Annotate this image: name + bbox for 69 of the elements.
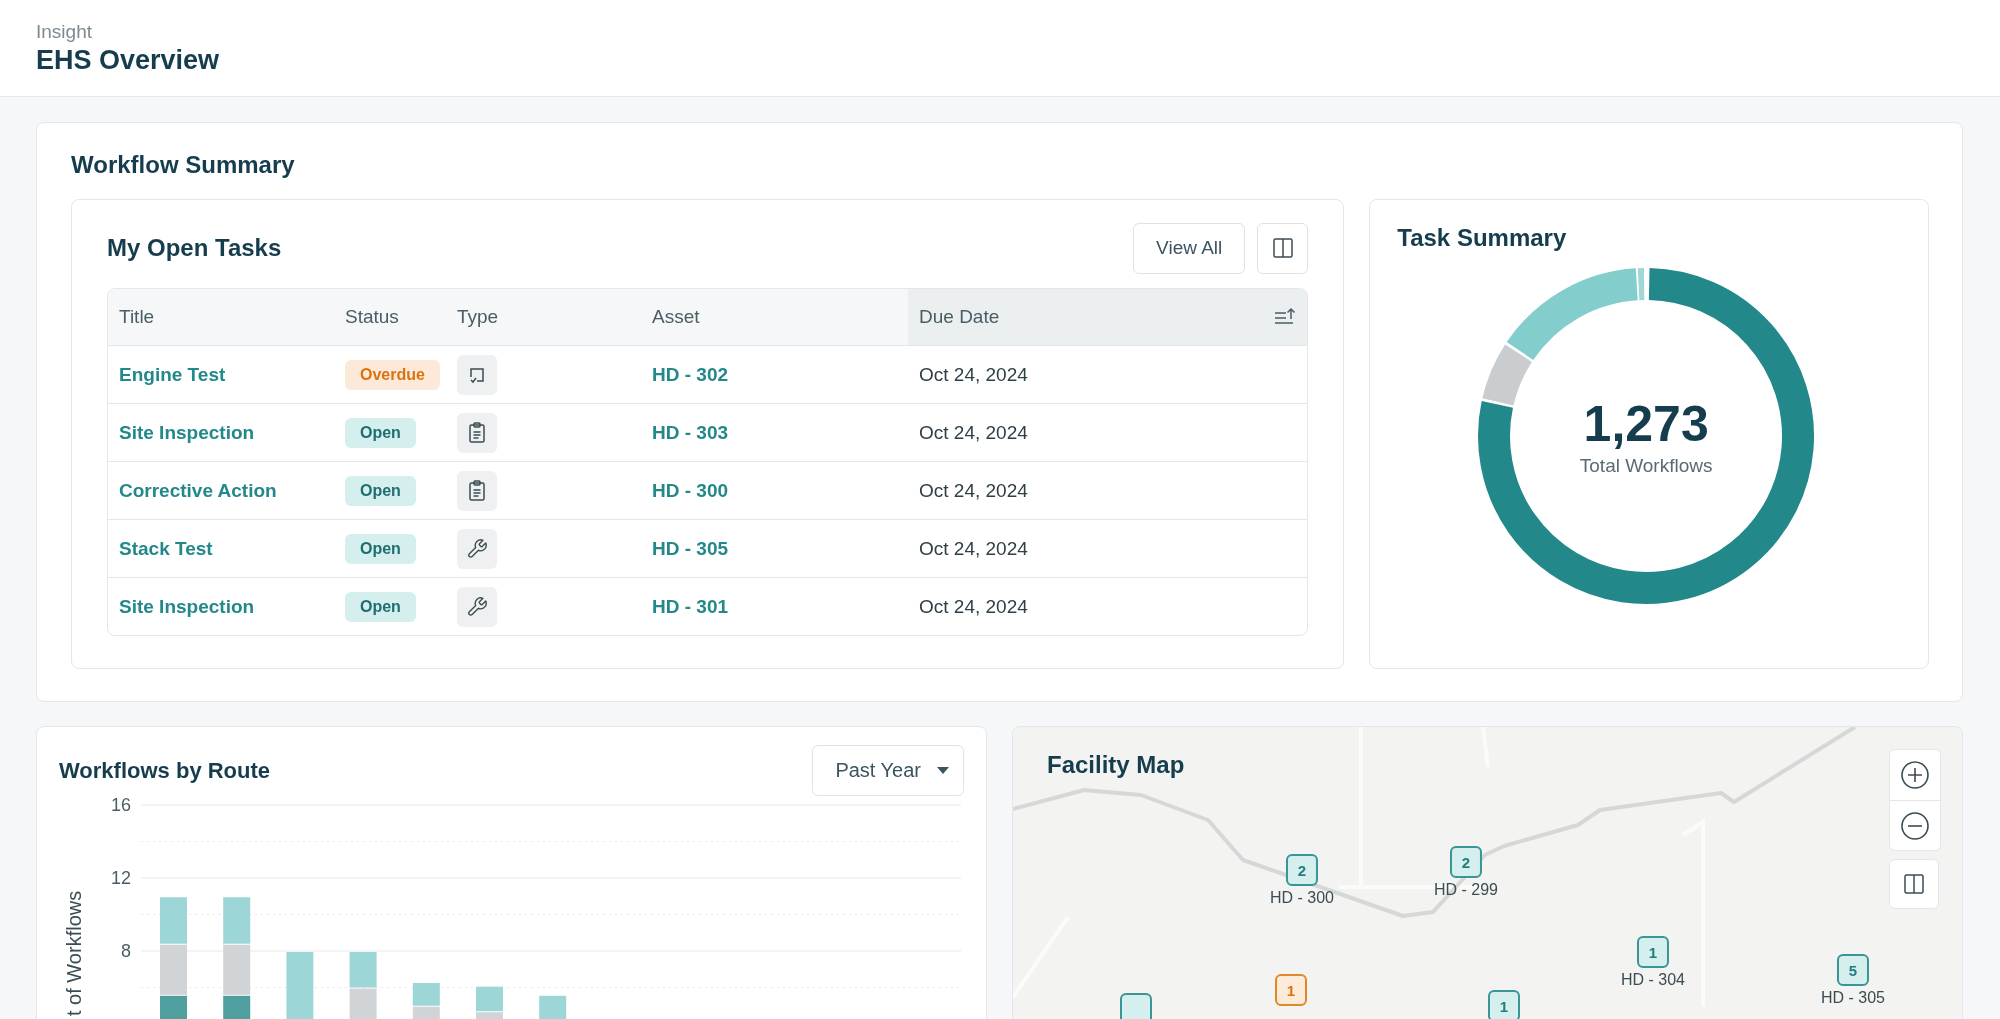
y-tick-label: 12 xyxy=(110,868,131,888)
bar-segment xyxy=(349,988,377,1019)
y-tick-label: 16 xyxy=(110,796,131,815)
marker-label: HD - 304 xyxy=(1621,971,1685,989)
bar-segment xyxy=(160,897,187,944)
task-title-link[interactable]: Site Inspection xyxy=(119,421,255,443)
map-marker[interactable]: 1 xyxy=(1637,936,1669,968)
due-date: Oct 24, 2024 xyxy=(919,421,1028,443)
asset-link[interactable]: HD - 303 xyxy=(652,421,729,443)
marker-label: HD - 305 xyxy=(1821,989,1885,1007)
plus-icon xyxy=(1900,760,1930,790)
status-badge: Open xyxy=(345,591,416,622)
asset-link[interactable]: HD - 305 xyxy=(652,537,729,559)
bar-segment xyxy=(223,897,251,944)
y-tick-label: 8 xyxy=(121,941,131,961)
card-title: Workflows by Route xyxy=(59,757,271,784)
map-marker[interactable]: 1 xyxy=(1488,990,1520,1019)
map-marker[interactable]: 2 xyxy=(1450,846,1482,878)
panel-toggle-button[interactable] xyxy=(1257,222,1309,274)
marker-label: HD - 300 xyxy=(1270,889,1334,907)
clipboard-icon xyxy=(467,421,487,444)
map-marker[interactable]: 5 xyxy=(1837,954,1869,986)
wrench-icon xyxy=(466,595,488,618)
status-badge: Open xyxy=(345,475,416,506)
due-date: Oct 24, 2024 xyxy=(919,363,1028,385)
total-label: Total Workflows xyxy=(1579,455,1713,477)
column-header[interactable]: Type xyxy=(446,289,641,346)
total-count: 1,273 xyxy=(1583,395,1709,453)
asset-link[interactable]: HD - 301 xyxy=(652,595,729,617)
y-axis-label: t of Workflows xyxy=(63,890,85,1016)
card-title: My Open Tasks xyxy=(107,234,282,262)
panel-icon xyxy=(1903,873,1925,895)
caret-icon xyxy=(937,767,949,774)
task-title-link[interactable]: Site Inspection xyxy=(119,595,255,617)
panel-icon xyxy=(1271,237,1294,259)
due-date: Oct 24, 2024 xyxy=(919,595,1028,617)
status-badge: Open xyxy=(345,533,416,564)
due-date: Oct 24, 2024 xyxy=(919,537,1028,559)
task-title-link[interactable]: Engine Test xyxy=(119,363,226,385)
column-header[interactable]: Asset xyxy=(641,289,908,346)
status-badge: Open xyxy=(345,417,416,448)
map-marker[interactable]: 1 xyxy=(1275,974,1307,1006)
column-header[interactable]: Title xyxy=(108,289,334,346)
minus-icon xyxy=(1900,810,1930,841)
task-title-link[interactable]: Corrective Action xyxy=(119,479,277,501)
card-title: Facility Map xyxy=(1047,751,1185,779)
page-title: EHS Overview xyxy=(36,44,221,76)
range-dropdown[interactable]: Past Year xyxy=(812,745,964,796)
map-marker[interactable] xyxy=(1120,993,1152,1019)
column-header[interactable]: Due Date xyxy=(908,289,1308,346)
bar-segment xyxy=(286,952,314,1019)
bar-segment xyxy=(539,995,567,1019)
column-header[interactable]: Status xyxy=(334,289,446,346)
task-title-link[interactable]: Stack Test xyxy=(119,537,213,559)
wrench-icon xyxy=(466,537,488,560)
bar-segment xyxy=(349,952,377,988)
asset-link[interactable]: HD - 302 xyxy=(652,363,729,385)
asset-link[interactable]: HD - 300 xyxy=(652,479,729,501)
view-all-button[interactable]: View All xyxy=(1133,222,1246,274)
card-title: Task Summary xyxy=(1397,224,1568,252)
due-date: Oct 24, 2024 xyxy=(919,479,1028,501)
clipboard-icon xyxy=(467,479,487,502)
section-title: Workflow Summary xyxy=(71,151,296,179)
marker-label: HD - 299 xyxy=(1434,881,1498,899)
panel-toggle-button[interactable] xyxy=(1889,859,1939,909)
sort-icon xyxy=(1273,307,1298,327)
map-marker[interactable]: 2 xyxy=(1286,854,1318,886)
app-name: Insight xyxy=(36,20,93,43)
status-badge: Overdue xyxy=(345,359,440,390)
